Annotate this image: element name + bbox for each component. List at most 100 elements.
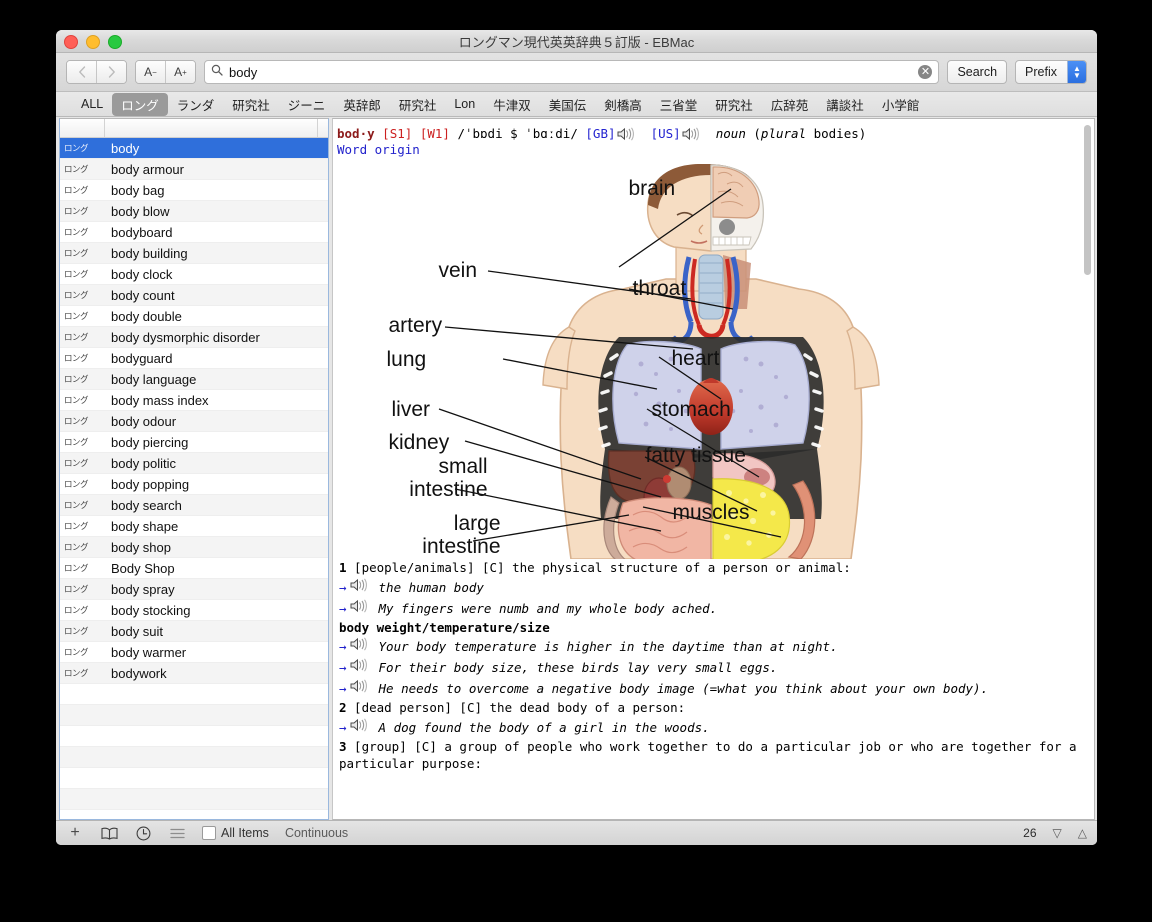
clear-search-icon[interactable]: ✕	[918, 65, 933, 79]
list-item-dictionary-tag: ロング	[64, 396, 89, 406]
column-header-dictionary[interactable]	[60, 119, 105, 137]
list-item[interactable]: ロング body language	[60, 369, 328, 390]
add-button[interactable]: +	[66, 824, 84, 841]
example-text: A dog found the body of a girl in the wo…	[378, 719, 710, 735]
tab-longman[interactable]: ロング	[112, 92, 168, 116]
tab-eijiro[interactable]: 英辞郎	[334, 93, 390, 116]
sense-list: 1 [people/animals] [C] the physical stru…	[337, 559, 1084, 773]
word-origin-link[interactable]: Word origin	[337, 142, 1084, 157]
list-item[interactable]: ロング body piercing	[60, 432, 328, 453]
list-item-empty	[60, 747, 328, 768]
list-item-empty	[60, 810, 328, 819]
list-item[interactable]: ロング body armour	[60, 159, 328, 180]
speaker-icon-example[interactable]	[349, 636, 369, 657]
next-result-button[interactable]: △	[1078, 826, 1087, 840]
list-item[interactable]: ロング body bag	[60, 180, 328, 201]
list-item[interactable]: ロング body mass index	[60, 390, 328, 411]
match-mode-select[interactable]: Prefix ▲ ▼	[1015, 60, 1087, 84]
speaker-icon-us[interactable]	[681, 127, 701, 141]
part-of-speech: noun	[715, 126, 746, 141]
tab-kenkyusha-2[interactable]: 研究社	[390, 93, 446, 116]
scrollbar-thumb[interactable]	[1084, 125, 1091, 275]
tab-cambridge-advanced[interactable]: 剣橋高	[595, 93, 651, 116]
list-item-dictionary-tag: ロング	[64, 291, 89, 301]
speaker-icon-example[interactable]	[349, 598, 369, 619]
search-field[interactable]: body ✕	[204, 60, 940, 84]
list-item[interactable]: ロング body	[60, 138, 328, 159]
result-count: 26	[1023, 826, 1037, 840]
list-item[interactable]: ロング body politic	[60, 453, 328, 474]
speaker-icon-example[interactable]	[349, 678, 369, 699]
list-item-word: body shop	[111, 539, 171, 555]
list-item-dictionary-tag: ロング	[64, 522, 89, 532]
list-item[interactable]: ロング body building	[60, 243, 328, 264]
list-item-dictionary-tag: ロング	[64, 312, 89, 322]
list-item[interactable]: ロング body spray	[60, 579, 328, 600]
list-item[interactable]: ロング body shop	[60, 537, 328, 558]
list-item-word: body	[111, 140, 140, 156]
list-item[interactable]: ロング body clock	[60, 264, 328, 285]
list-icon[interactable]	[168, 825, 186, 841]
speaker-icon-example[interactable]	[349, 577, 369, 598]
list-item[interactable]: ロング body suit	[60, 621, 328, 642]
figure-label-small-intestine: small intestine	[409, 455, 488, 501]
tab-american-heritage[interactable]: 美国伝	[540, 93, 596, 116]
back-button[interactable]	[67, 61, 96, 83]
search-icon	[211, 63, 223, 81]
tab-lon[interactable]: Lon	[445, 95, 484, 113]
list-item[interactable]: ロング body double	[60, 306, 328, 327]
tab-shogakukan[interactable]: 小学館	[873, 93, 929, 116]
list-item[interactable]: ロング body count	[60, 285, 328, 306]
tab-kenkyusha-1[interactable]: 研究社	[223, 93, 279, 116]
search-button[interactable]: Search	[947, 60, 1008, 84]
definition-scrollbar[interactable]	[1083, 121, 1092, 817]
sense-number: 1	[339, 560, 347, 575]
speaker-icon-example[interactable]	[349, 717, 369, 738]
clock-icon[interactable]	[134, 825, 152, 841]
tab-oxford-bilingual[interactable]: 牛津双	[484, 93, 540, 116]
word-list-panel: ロング body ロング body armour ロング body bag ロング body …	[59, 118, 329, 820]
list-item-dictionary-tag: ロング	[64, 543, 89, 553]
tab-kodansha[interactable]: 講談社	[817, 93, 873, 116]
all-items-checkbox[interactable]	[202, 826, 216, 840]
list-item[interactable]: ロング body blow	[60, 201, 328, 222]
tab-kenkyusha-3[interactable]: 研究社	[706, 93, 762, 116]
list-item[interactable]: ロング Body Shop	[60, 558, 328, 579]
column-header-word[interactable]	[105, 119, 318, 137]
list-item-word: bodyboard	[111, 224, 173, 240]
list-item[interactable]: ロング bodyguard	[60, 348, 328, 369]
increase-font-button[interactable]: A +	[165, 61, 195, 83]
tab-randomhouse[interactable]: ランダ	[168, 93, 224, 116]
list-item[interactable]: ロング body odour	[60, 411, 328, 432]
list-item-dictionary-tag: ロング	[64, 627, 89, 637]
tab-all[interactable]: ALL	[72, 95, 112, 113]
tab-sanseido[interactable]: 三省堂	[651, 93, 707, 116]
search-mode-label[interactable]: Continuous	[285, 826, 348, 840]
speaker-icon-gb[interactable]	[616, 127, 636, 141]
all-items-checkbox-row[interactable]: All Items	[202, 826, 269, 840]
gb-label: [GB]	[585, 126, 616, 141]
previous-result-button[interactable]: ▽	[1053, 826, 1062, 840]
list-item[interactable]: ロング bodyboard	[60, 222, 328, 243]
list-item[interactable]: ロング body stocking	[60, 600, 328, 621]
speaker-icon-example[interactable]	[349, 657, 369, 678]
list-item[interactable]: ロング body shape	[60, 516, 328, 537]
tab-kojien[interactable]: 広辞苑	[762, 93, 818, 116]
sense-definition: 1 [people/animals] [C] the physical stru…	[339, 559, 1084, 577]
list-item[interactable]: ロング body search	[60, 495, 328, 516]
tab-genius[interactable]: ジーニ	[279, 93, 335, 116]
book-icon[interactable]	[100, 825, 118, 841]
list-item-dictionary-tag: ロング	[64, 228, 89, 238]
example-arrow-icon: →	[339, 719, 347, 735]
search-input[interactable]: body	[229, 65, 912, 80]
list-item[interactable]: ロング body popping	[60, 474, 328, 495]
forward-button[interactable]	[96, 61, 126, 83]
list-item[interactable]: ロング body warmer	[60, 642, 328, 663]
list-item[interactable]: ロング bodywork	[60, 663, 328, 684]
list-item[interactable]: ロング body dysmorphic disorder	[60, 327, 328, 348]
list-item-word: Body Shop	[111, 560, 175, 576]
list-item-dictionary-tag: ロング	[64, 186, 89, 196]
decrease-font-button[interactable]: A −	[136, 61, 165, 83]
list-item-dictionary-tag: ロング	[64, 417, 89, 427]
word-list[interactable]: ロング body ロング body armour ロング body bag ロング body …	[60, 138, 328, 819]
